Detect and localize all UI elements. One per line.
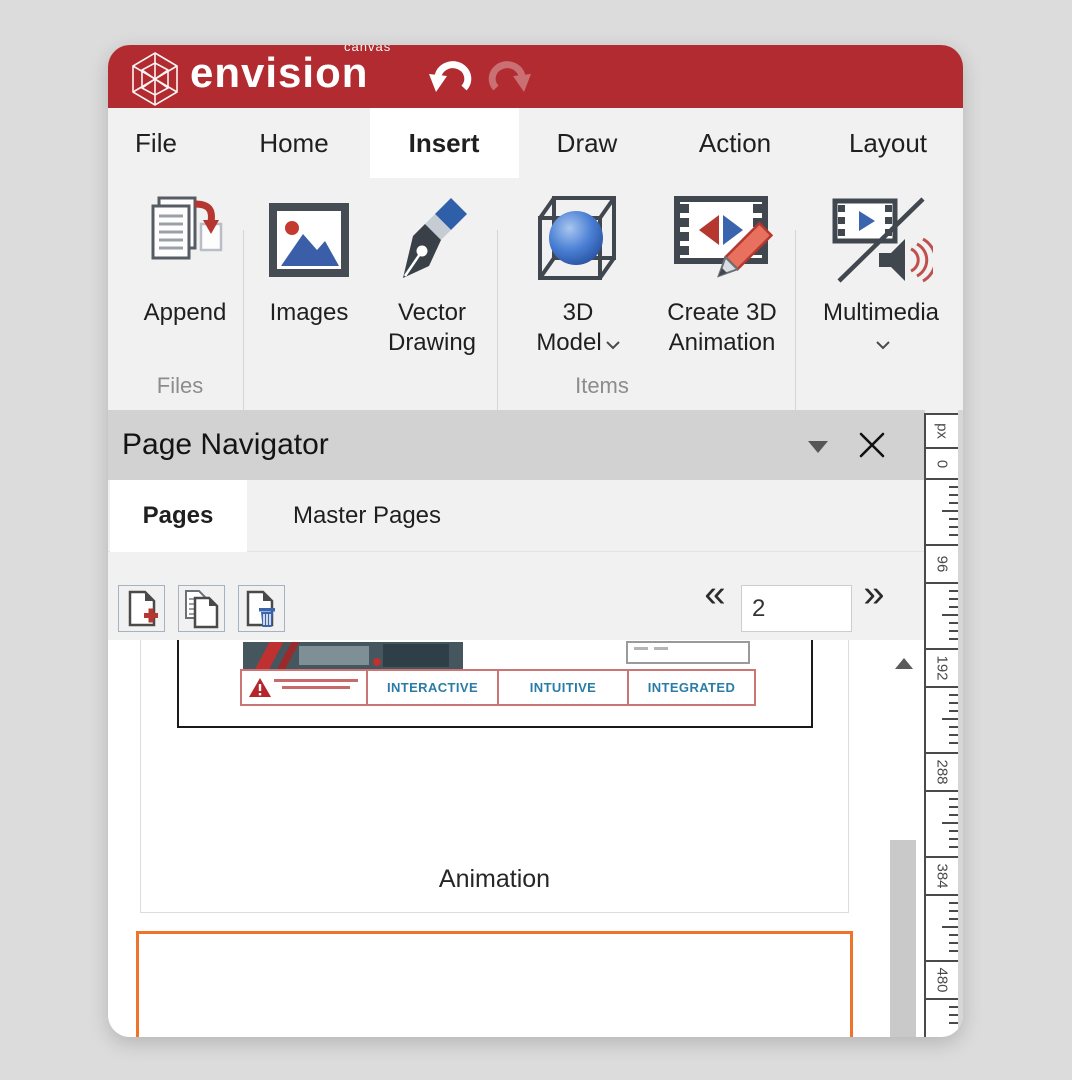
tab-master-pages[interactable]: Master Pages (293, 480, 441, 552)
thumbnail-small-box (626, 641, 750, 664)
menu-bar: File Home Insert Draw Action Layout (108, 108, 963, 178)
thumbnail-cell: INTEGRATED (627, 671, 754, 704)
cube-sphere-icon (528, 190, 628, 290)
dropdown-chevron-icon (876, 341, 890, 350)
panel-menu-caret-icon[interactable] (808, 441, 828, 453)
group-label-items: Items (575, 373, 629, 399)
group-separator (497, 230, 498, 420)
create-3d-animation-button[interactable]: Create 3DAnimation (652, 178, 792, 403)
copy-page-button[interactable] (178, 585, 225, 632)
menu-insert[interactable]: Insert (409, 108, 480, 178)
images-button[interactable]: Images (259, 178, 359, 403)
menu-draw[interactable]: Draw (557, 108, 618, 178)
undo-icon[interactable] (426, 54, 474, 98)
titlebar: envision canvas (108, 45, 963, 108)
close-icon[interactable] (856, 429, 888, 461)
warning-triangle-icon (248, 677, 272, 698)
page-thumbnail: INTERACTIVE INTUITIVE INTEGRATED (177, 640, 813, 728)
group-label-files: Files (157, 373, 203, 399)
dropdown-chevron-icon (606, 341, 620, 350)
brand-superscript: canvas (344, 45, 391, 54)
thumbnail-logo-image (243, 642, 463, 669)
multimedia-button[interactable]: Multimedia (811, 178, 951, 403)
vector-drawing-button[interactable]: VectorDrawing (372, 178, 492, 403)
redo-icon[interactable] (486, 54, 534, 98)
group-separator (795, 230, 796, 420)
append-pages-icon (143, 194, 227, 286)
video-audio-muted-icon (829, 193, 933, 287)
thumbnail-cell: INTERACTIVE (366, 671, 497, 704)
delete-page-button[interactable] (238, 585, 285, 632)
vertical-ruler: px096192288384480 (924, 413, 958, 1037)
app-window: envision canvas File Home Insert Draw Ac… (108, 45, 963, 1037)
append-button[interactable]: Append (135, 178, 235, 403)
page-navigator-toolbar: « » (108, 552, 925, 640)
thumbnail-cell: INTUITIVE (497, 671, 627, 704)
panel-title: Page Navigator (122, 410, 329, 480)
ruler-edge-strip (958, 410, 963, 1037)
page-name-label: Animation (141, 865, 848, 894)
scroll-up-arrow-icon[interactable] (895, 658, 913, 669)
desktop-background: envision canvas File Home Insert Draw Ac… (0, 0, 1072, 1080)
page-navigator-tabs: Pages Master Pages (108, 480, 925, 552)
add-page-icon (124, 589, 160, 629)
pen-nib-icon (391, 194, 473, 286)
group-separator (243, 230, 244, 420)
menu-action[interactable]: Action (699, 108, 771, 178)
add-page-button[interactable] (118, 585, 165, 632)
ribbon: Append Images VectorDrawing (108, 178, 963, 410)
page-navigator-header: Page Navigator (108, 410, 925, 480)
page-number-input[interactable] (741, 585, 852, 632)
menu-home[interactable]: Home (259, 108, 328, 178)
brand-name: envision (190, 49, 368, 97)
copy-page-icon (183, 589, 221, 629)
scrollbar-thumb[interactable] (890, 840, 916, 1037)
thumbnail-table: INTERACTIVE INTUITIVE INTEGRATED (240, 669, 756, 706)
thumbnail-warning-cell (242, 671, 366, 704)
3d-model-button[interactable]: 3DModel (518, 178, 638, 403)
previous-page-button[interactable]: « (704, 552, 725, 640)
picture-icon (267, 196, 351, 284)
delete-page-icon (244, 589, 280, 629)
page-item-animation[interactable]: INTERACTIVE INTUITIVE INTEGRATED Animati… (140, 640, 849, 913)
menu-file[interactable]: File (135, 108, 177, 178)
tab-pages[interactable]: Pages (143, 480, 214, 552)
filmstrip-pencil-icon (669, 191, 775, 289)
page-list: INTERACTIVE INTUITIVE INTEGRATED Animati… (108, 640, 925, 1037)
next-page-button[interactable]: » (863, 552, 884, 640)
warning-text-lines (274, 679, 358, 693)
menu-layout[interactable]: Layout (849, 108, 927, 178)
page-item-selected[interactable] (136, 931, 853, 1037)
envision-hexagon-logo-icon (126, 50, 184, 108)
